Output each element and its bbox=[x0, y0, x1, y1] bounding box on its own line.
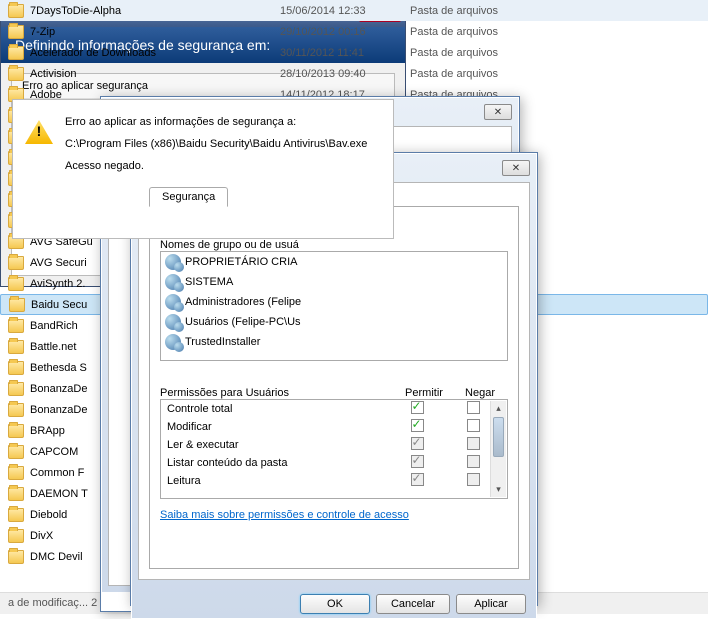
folder-icon bbox=[8, 487, 24, 501]
tab-security[interactable]: Segurança bbox=[149, 187, 228, 207]
error-path: C:\Program Files (x86)\Baidu Security\Ba… bbox=[65, 138, 367, 150]
column-deny: Negar bbox=[452, 387, 508, 399]
allow-checkbox bbox=[411, 455, 424, 468]
folder-icon bbox=[8, 382, 24, 396]
scroll-thumb[interactable] bbox=[493, 417, 504, 457]
group-item[interactable]: Usuários (Felipe-PC\Us bbox=[161, 312, 507, 332]
allow-checkbox[interactable] bbox=[411, 419, 424, 432]
group-name: SISTEMA bbox=[185, 276, 233, 288]
group-item[interactable]: PROPRIETÁRIO CRIA bbox=[161, 252, 507, 272]
folder-icon bbox=[8, 445, 24, 459]
deny-checkbox bbox=[467, 455, 480, 468]
group-name: Usuários (Felipe-PC\Us bbox=[185, 316, 301, 328]
scroll-down-icon[interactable]: ▾ bbox=[491, 482, 506, 497]
cancel-button[interactable]: Cancelar bbox=[376, 594, 450, 614]
file-date: 30/11/2012 11:41 bbox=[280, 47, 410, 59]
allow-checkbox bbox=[411, 473, 424, 486]
folder-icon bbox=[9, 298, 25, 312]
scrollbar[interactable]: ▴ ▾ bbox=[490, 401, 506, 497]
user-group-icon bbox=[165, 314, 181, 330]
permission-name: Listar conteúdo da pasta bbox=[167, 457, 389, 469]
file-row[interactable]: Acelerador de Downloads30/11/2012 11:41P… bbox=[0, 42, 708, 63]
folder-icon bbox=[8, 340, 24, 354]
apply-button[interactable]: Aplicar bbox=[456, 594, 526, 614]
ok-button[interactable]: OK bbox=[300, 594, 370, 614]
folder-icon bbox=[8, 424, 24, 438]
permission-name: Controle total bbox=[167, 403, 389, 415]
permission-name: Ler & executar bbox=[167, 439, 389, 451]
file-name: Acelerador de Downloads bbox=[30, 47, 280, 59]
folder-icon bbox=[8, 403, 24, 417]
file-row[interactable]: 7-Zip29/10/2012 00:16Pasta de arquivos bbox=[0, 21, 708, 42]
permission-row: Controle total bbox=[161, 400, 507, 418]
permissions-for-label: Permissões para Usuários bbox=[160, 387, 396, 399]
file-name: Activision bbox=[30, 68, 280, 80]
scroll-up-icon[interactable]: ▴ bbox=[491, 401, 506, 416]
file-date: 15/06/2014 12:33 bbox=[280, 5, 410, 17]
allow-checkbox[interactable] bbox=[411, 401, 424, 414]
folder-icon bbox=[8, 256, 24, 270]
file-name: 7-Zip bbox=[30, 26, 280, 38]
folder-icon bbox=[8, 529, 24, 543]
file-name: 7DaysToDie-Alpha bbox=[30, 5, 280, 17]
folder-icon bbox=[8, 67, 24, 81]
permission-row: Ler & executar bbox=[161, 436, 507, 454]
folder-icon bbox=[8, 4, 24, 18]
group-item[interactable]: TrustedInstaller bbox=[161, 332, 507, 352]
user-group-icon bbox=[165, 334, 181, 350]
close-icon[interactable]: ✕ bbox=[502, 160, 530, 176]
file-type: Pasta de arquivos bbox=[410, 47, 498, 59]
user-group-icon bbox=[165, 274, 181, 290]
file-row[interactable]: Activision28/10/2013 09:40Pasta de arqui… bbox=[0, 63, 708, 84]
group-item[interactable]: SISTEMA bbox=[161, 272, 507, 292]
groups-listbox[interactable]: PROPRIETÁRIO CRIA SISTEMA Administradores … bbox=[160, 251, 508, 361]
deny-checkbox[interactable] bbox=[467, 419, 480, 432]
permissions-list: Controle total Modificar Ler & executar Lis… bbox=[160, 399, 508, 499]
error-message-1: Erro ao aplicar as informações de segura… bbox=[65, 116, 367, 128]
permission-row: Modificar bbox=[161, 418, 507, 436]
folder-icon bbox=[8, 466, 24, 480]
file-type: Pasta de arquivos bbox=[410, 5, 498, 17]
column-allow: Permitir bbox=[396, 387, 452, 399]
permission-row: Leitura bbox=[161, 472, 507, 490]
file-type: Pasta de arquivos bbox=[410, 68, 498, 80]
deny-checkbox bbox=[467, 473, 480, 486]
permission-name: Modificar bbox=[167, 421, 389, 433]
group-name: PROPRIETÁRIO CRIA bbox=[185, 256, 297, 268]
warning-icon bbox=[25, 120, 53, 144]
group-name: TrustedInstaller bbox=[185, 336, 260, 348]
permission-name: Leitura bbox=[167, 475, 389, 487]
groups-label: Nomes de grupo ou de usuá bbox=[160, 239, 508, 251]
file-type: Pasta de arquivos bbox=[410, 26, 498, 38]
user-group-icon bbox=[165, 254, 181, 270]
deny-checkbox bbox=[467, 437, 480, 450]
folder-icon bbox=[8, 25, 24, 39]
deny-checkbox[interactable] bbox=[467, 401, 480, 414]
close-icon[interactable]: ✕ bbox=[484, 104, 512, 120]
folder-icon bbox=[8, 277, 24, 291]
folder-icon bbox=[8, 46, 24, 60]
user-group-icon bbox=[165, 294, 181, 310]
file-date: 29/10/2012 00:16 bbox=[280, 26, 410, 38]
folder-icon bbox=[8, 508, 24, 522]
file-date: 28/10/2013 09:40 bbox=[280, 68, 410, 80]
folder-icon bbox=[8, 319, 24, 333]
folder-icon bbox=[8, 361, 24, 375]
error-message-2: Acesso negado. bbox=[65, 160, 367, 172]
folder-icon bbox=[8, 550, 24, 564]
allow-checkbox bbox=[411, 437, 424, 450]
file-row[interactable]: 7DaysToDie-Alpha15/06/2014 12:33Pasta de… bbox=[0, 0, 708, 21]
group-item[interactable]: Administradores (Felipe bbox=[161, 292, 507, 312]
permission-row: Listar conteúdo da pasta bbox=[161, 454, 507, 472]
group-name: Administradores (Felipe bbox=[185, 296, 301, 308]
learn-more-link[interactable]: Saiba mais sobre permissões e controle d… bbox=[160, 509, 409, 521]
